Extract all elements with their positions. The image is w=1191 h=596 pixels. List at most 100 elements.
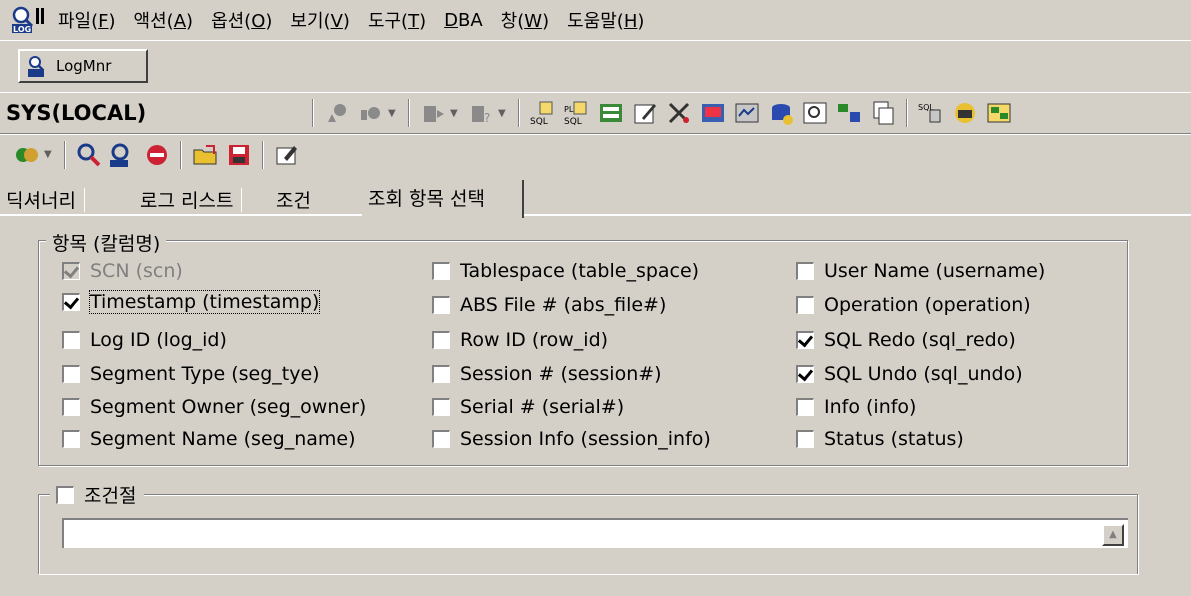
checkbox-label: Segment Owner (seg_owner) <box>90 396 367 418</box>
menu-dba[interactable]: DBA <box>444 10 483 31</box>
chevron-down-icon[interactable]: ▼ <box>498 108 508 119</box>
checkbox-box[interactable] <box>62 331 80 349</box>
menu-options[interactable]: 옵션(O) <box>211 7 272 33</box>
where-clause-textarea[interactable]: ▲ <box>62 518 1128 548</box>
stop-icon[interactable] <box>144 142 170 168</box>
checkbox-tablespace[interactable]: Tablespace (table_space) <box>432 260 699 282</box>
tab-dictionary[interactable]: 딕셔너리 <box>6 186 85 214</box>
tuning-icon[interactable] <box>952 100 978 126</box>
database-icon[interactable] <box>768 100 794 126</box>
checkbox-sql-undo[interactable]: SQL Undo (sql_undo) <box>796 363 1023 385</box>
checkbox-label: Session Info (session_info) <box>460 428 711 450</box>
properties-icon[interactable] <box>274 142 300 168</box>
menu-tools[interactable]: 도구(T) <box>368 7 426 33</box>
toolbar-separator <box>906 99 908 127</box>
checkbox-serial-number[interactable]: Serial # (serial#) <box>432 396 624 418</box>
checkbox-box[interactable] <box>62 398 80 416</box>
sql-trace-icon[interactable]: SQL <box>918 100 944 126</box>
report-icon[interactable] <box>734 100 760 126</box>
checkbox-label: Timestamp (timestamp) <box>88 290 321 314</box>
checkbox-box[interactable] <box>432 430 450 448</box>
checkbox-box[interactable] <box>432 296 450 314</box>
checkbox-box[interactable] <box>62 293 80 311</box>
checkbox-label: Tablespace (table_space) <box>460 260 700 282</box>
checkbox-box[interactable] <box>796 262 814 280</box>
app-logo-icon[interactable]: LOG <box>12 6 48 34</box>
rollback-icon[interactable] <box>358 100 384 126</box>
commit-icon[interactable] <box>324 100 350 126</box>
checkbox-label: Info (info) <box>824 396 917 418</box>
checkbox-label: Row ID (row_id) <box>460 329 609 351</box>
checkbox-session-number[interactable]: Session # (session#) <box>432 363 662 385</box>
checkbox-sql-redo[interactable]: SQL Redo (sql_redo) <box>796 329 1016 351</box>
checkbox-box[interactable] <box>796 331 814 349</box>
tab-log-list[interactable]: 로그 리스트 <box>140 186 243 214</box>
checkbox-info[interactable]: Info (info) <box>796 396 916 418</box>
document-tab-logmnr[interactable]: LogMnr <box>18 49 148 83</box>
svg-text:PL: PL <box>564 105 574 114</box>
menu-help[interactable]: 도움말(H) <box>567 7 644 33</box>
menu-action[interactable]: 액션(A) <box>134 7 194 33</box>
toolbar-separator <box>180 140 182 169</box>
explain-plan-icon[interactable]: ? <box>468 100 494 126</box>
document-tab-label: LogMnr <box>56 57 112 75</box>
checkbox-user-name[interactable]: User Name (username) <box>796 260 1045 282</box>
checkbox-box[interactable] <box>796 365 814 383</box>
table-icon[interactable] <box>836 100 862 126</box>
menu-window[interactable]: 창(W) <box>501 7 549 33</box>
checkbox-operation[interactable]: Operation (operation) <box>796 294 1031 316</box>
checkbox-session-info[interactable]: Session Info (session_info) <box>432 428 711 450</box>
scissors-icon[interactable] <box>666 100 692 126</box>
checkbox-segment-owner[interactable]: Segment Owner (seg_owner) <box>62 396 366 418</box>
checkbox-status[interactable]: Status (status) <box>796 428 964 450</box>
execute-icon[interactable] <box>420 100 446 126</box>
tab-condition[interactable]: 조건 <box>276 186 311 214</box>
svg-text:SQL: SQL <box>564 117 582 126</box>
checkbox-box[interactable] <box>796 296 814 314</box>
start-logminer-icon[interactable] <box>76 142 102 168</box>
search-icon[interactable] <box>802 100 828 126</box>
checkbox-segment-type[interactable]: Segment Type (seg_tye) <box>62 363 320 385</box>
checkbox-label: Status (status) <box>824 428 964 450</box>
grid-icon[interactable] <box>986 100 1012 126</box>
checkbox-box[interactable] <box>432 331 450 349</box>
connect-icon[interactable] <box>14 142 40 168</box>
checkbox-label: SCN (scn) <box>90 260 183 282</box>
checkbox-label: User Name (username) <box>824 260 1046 282</box>
checkbox-box[interactable] <box>62 430 80 448</box>
connection-label: SYS(LOCAL) <box>6 101 147 125</box>
chevron-down-icon[interactable]: ▼ <box>44 149 54 160</box>
checkbox-box[interactable] <box>56 485 74 504</box>
checkbox-where-clause[interactable]: 조건절 <box>50 481 145 508</box>
checkbox-abs-file[interactable]: ABS File # (abs_file#) <box>432 294 666 316</box>
scroll-up-button[interactable]: ▲ <box>1102 524 1124 546</box>
schema-browser-icon[interactable] <box>598 100 624 126</box>
session-monitor-icon[interactable] <box>700 100 726 126</box>
checkbox-box[interactable] <box>62 365 80 383</box>
edit-icon[interactable] <box>632 100 658 126</box>
chevron-down-icon[interactable]: ▼ <box>388 108 398 119</box>
checkbox-row-id[interactable]: Row ID (row_id) <box>432 329 608 351</box>
tab-select-columns[interactable]: 조회 항목 선택 <box>362 180 524 218</box>
plsql-editor-icon[interactable]: PL SQL <box>564 100 590 127</box>
search-logminer-icon[interactable] <box>110 142 136 168</box>
open-folder-icon[interactable] <box>192 142 218 168</box>
checkbox-box[interactable] <box>796 398 814 416</box>
checkbox-timestamp[interactable]: Timestamp (timestamp) <box>62 290 321 314</box>
checkbox-box[interactable] <box>796 430 814 448</box>
checkbox-box[interactable] <box>432 398 450 416</box>
copy-icon[interactable] <box>870 100 896 126</box>
sql-editor-icon[interactable]: SQL <box>530 100 556 127</box>
menu-view[interactable]: 보기(V) <box>290 7 350 33</box>
chevron-down-icon[interactable]: ▼ <box>450 108 460 119</box>
save-icon[interactable] <box>226 142 252 168</box>
checkbox-box[interactable] <box>432 365 450 383</box>
checkbox-scn[interactable]: SCN (scn) <box>62 260 183 282</box>
checkbox-box[interactable] <box>62 262 80 280</box>
checkbox-box[interactable] <box>432 262 450 280</box>
checkbox-segment-name[interactable]: Segment Name (seg_name) <box>62 428 356 450</box>
checkbox-label: ABS File # (abs_file#) <box>460 294 667 316</box>
checkbox-log-id[interactable]: Log ID (log_id) <box>62 329 227 351</box>
menu-file[interactable]: 파일(F) <box>58 7 116 33</box>
toolbar-separator <box>518 99 520 127</box>
